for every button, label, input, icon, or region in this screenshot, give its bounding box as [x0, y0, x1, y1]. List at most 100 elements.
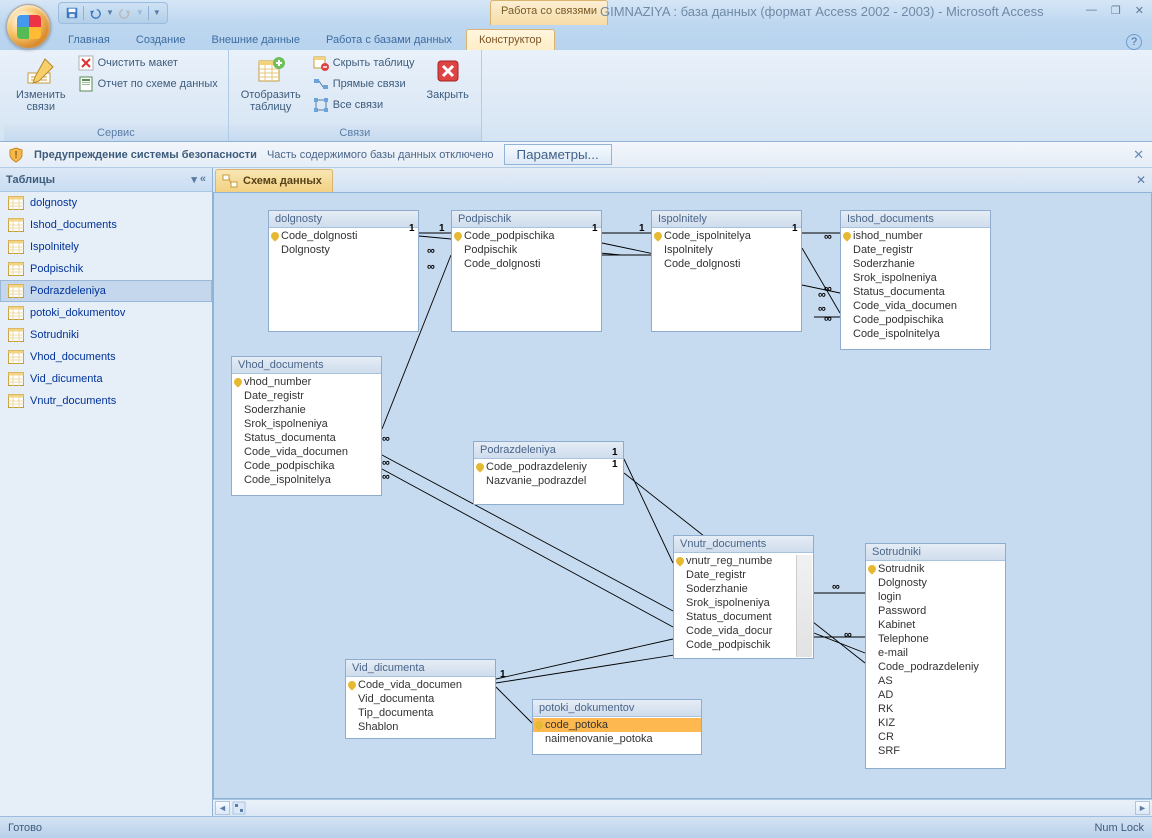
- nav-item[interactable]: dolgnosty: [0, 192, 212, 214]
- table-box-Vid_dicumenta[interactable]: Vid_dicumentaCode_vida_documenVid_docume…: [345, 659, 496, 739]
- table-field[interactable]: vhod_number: [232, 375, 381, 389]
- table-field[interactable]: Srok_ispolneniya: [841, 271, 990, 285]
- table-field[interactable]: AS: [866, 674, 1005, 688]
- security-close-icon[interactable]: ✕: [1133, 147, 1144, 163]
- nav-item[interactable]: Podpischik: [0, 258, 212, 280]
- nav-item[interactable]: potoki_dokumentov: [0, 302, 212, 324]
- minimize-icon[interactable]: —: [1086, 4, 1097, 17]
- tab-home[interactable]: Главная: [56, 30, 122, 50]
- nav-item[interactable]: Ishod_documents: [0, 214, 212, 236]
- table-scrollbar[interactable]: [796, 555, 812, 657]
- table-field[interactable]: login: [866, 590, 1005, 604]
- edit-relations-button[interactable]: Изменить связи: [10, 53, 72, 115]
- table-field[interactable]: Podpischik: [452, 243, 601, 257]
- table-box-title[interactable]: Ishod_documents: [841, 211, 990, 228]
- table-field[interactable]: Sotrudnik: [866, 562, 1005, 576]
- tab-dbtools[interactable]: Работа с базами данных: [314, 30, 464, 50]
- nav-item[interactable]: Vnutr_documents: [0, 390, 212, 412]
- table-field[interactable]: Code_ispolnitelya: [652, 229, 801, 243]
- table-field[interactable]: Code_vida_docur: [674, 624, 813, 638]
- table-box-title[interactable]: Ispolnitely: [652, 211, 801, 228]
- table-field[interactable]: Code_podpischika: [232, 459, 381, 473]
- clear-layout-button[interactable]: Очистить макет: [74, 53, 222, 73]
- table-field[interactable]: Vid_documenta: [346, 692, 495, 706]
- table-box-Sotrudniki[interactable]: SotrudnikiSotrudnikDolgnostyloginPasswor…: [865, 543, 1006, 769]
- tab-design[interactable]: Конструктор: [466, 29, 555, 50]
- restore-icon[interactable]: ❐: [1111, 4, 1121, 17]
- table-field[interactable]: AD: [866, 688, 1005, 702]
- qat-customize-icon[interactable]: ▼: [153, 8, 161, 17]
- table-field[interactable]: Soderzhanie: [841, 257, 990, 271]
- horizontal-scrollbar[interactable]: ◄ ►: [213, 799, 1152, 816]
- table-box-dolgnosty[interactable]: dolgnostyCode_dolgnostiDolgnosty: [268, 210, 419, 332]
- table-box-Podrazdeleniya[interactable]: PodrazdeleniyaCode_podrazdeleniyNazvanie…: [473, 441, 624, 505]
- nav-item[interactable]: Ispolnitely: [0, 236, 212, 258]
- scroll-mode-icon[interactable]: [232, 801, 246, 815]
- relation-report-button[interactable]: Отчет по схеме данных: [74, 74, 222, 94]
- table-field[interactable]: Code_dolgnosti: [652, 257, 801, 271]
- table-field[interactable]: Code_podrazdeleniy: [474, 460, 623, 474]
- table-field[interactable]: Code_dolgnosti: [452, 257, 601, 271]
- office-button[interactable]: [6, 4, 51, 49]
- security-options-button[interactable]: Параметры...: [504, 144, 612, 165]
- table-box-title[interactable]: Vhod_documents: [232, 357, 381, 374]
- nav-collapse-icon[interactable]: «: [200, 173, 206, 186]
- table-field[interactable]: KIZ: [866, 716, 1005, 730]
- table-field[interactable]: Srok_ispolneniya: [674, 596, 813, 610]
- table-field[interactable]: Tip_documenta: [346, 706, 495, 720]
- table-box-potoki_dokumentov[interactable]: potoki_dokumentovcode_potokanaimenovanie…: [532, 699, 702, 755]
- table-field[interactable]: Ispolnitely: [652, 243, 801, 257]
- table-box-title[interactable]: dolgnosty: [269, 211, 418, 228]
- table-field[interactable]: Dolgnosty: [866, 576, 1005, 590]
- table-field[interactable]: Status_documenta: [232, 431, 381, 445]
- table-field[interactable]: Code_podpischika: [841, 313, 990, 327]
- table-field[interactable]: Code_ispolnitelya: [232, 473, 381, 487]
- nav-item[interactable]: Podrazdeleniya: [0, 280, 212, 302]
- table-field[interactable]: Shablon: [346, 720, 495, 734]
- table-field[interactable]: Code_podpischik: [674, 638, 813, 652]
- undo-dropdown-icon[interactable]: ▼: [106, 8, 114, 17]
- nav-item[interactable]: Sotrudniki: [0, 324, 212, 346]
- redo-icon[interactable]: [118, 6, 132, 20]
- close-button[interactable]: Закрыть: [421, 53, 475, 103]
- direct-relations-button[interactable]: Прямые связи: [309, 74, 419, 94]
- table-box-Vnutr_documents[interactable]: Vnutr_documentsvnutr_reg_numbeDate_regis…: [673, 535, 814, 659]
- table-field[interactable]: Code_ispolnitelya: [841, 327, 990, 341]
- table-field[interactable]: Kabinet: [866, 618, 1005, 632]
- table-box-title[interactable]: Podpischik: [452, 211, 601, 228]
- save-icon[interactable]: [65, 6, 79, 20]
- table-box-title[interactable]: Vid_dicumenta: [346, 660, 495, 677]
- table-field[interactable]: SRF: [866, 744, 1005, 758]
- table-field[interactable]: Code_vida_documen: [346, 678, 495, 692]
- table-box-title[interactable]: Vnutr_documents: [674, 536, 813, 553]
- table-field[interactable]: code_potoka: [533, 718, 701, 732]
- table-box-Vhod_documents[interactable]: Vhod_documentsvhod_numberDate_registrSod…: [231, 356, 382, 496]
- undo-icon[interactable]: [88, 6, 102, 20]
- table-field[interactable]: Code_dolgnosti: [269, 229, 418, 243]
- table-field[interactable]: Code_vida_documen: [232, 445, 381, 459]
- table-field[interactable]: RK: [866, 702, 1005, 716]
- table-field[interactable]: CR: [866, 730, 1005, 744]
- document-close-icon[interactable]: ✕: [1136, 173, 1146, 187]
- scroll-left-icon[interactable]: ◄: [215, 801, 230, 815]
- table-box-title[interactable]: Sotrudniki: [866, 544, 1005, 561]
- table-field[interactable]: Code_podrazdeleniy: [866, 660, 1005, 674]
- nav-dropdown-icon[interactable]: ▾: [191, 173, 197, 186]
- close-icon[interactable]: ✕: [1135, 4, 1144, 17]
- table-field[interactable]: naimenovanie_potoka: [533, 732, 701, 746]
- table-field[interactable]: Code_vida_documen: [841, 299, 990, 313]
- relations-canvas[interactable]: dolgnostyCode_dolgnostiDolgnostyPodpisch…: [213, 192, 1152, 799]
- nav-item[interactable]: Vhod_documents: [0, 346, 212, 368]
- table-field[interactable]: Status_document: [674, 610, 813, 624]
- show-table-button[interactable]: Отобразить таблицу: [235, 53, 307, 115]
- tab-create[interactable]: Создание: [124, 30, 198, 50]
- table-field[interactable]: Date_registr: [232, 389, 381, 403]
- table-box-Ispolnitely[interactable]: IspolnitelyCode_ispolnitelyaIspolnitelyC…: [651, 210, 802, 332]
- redo-dropdown-icon[interactable]: ▼: [136, 8, 144, 17]
- help-icon[interactable]: ?: [1126, 34, 1142, 50]
- table-box-Podpischik[interactable]: PodpischikCode_podpischikaPodpischikCode…: [451, 210, 602, 332]
- nav-header[interactable]: Таблицы ▾«: [0, 168, 212, 192]
- table-field[interactable]: Nazvanie_podrazdel: [474, 474, 623, 488]
- table-box-title[interactable]: Podrazdeleniya: [474, 442, 623, 459]
- table-field[interactable]: Srok_ispolneniya: [232, 417, 381, 431]
